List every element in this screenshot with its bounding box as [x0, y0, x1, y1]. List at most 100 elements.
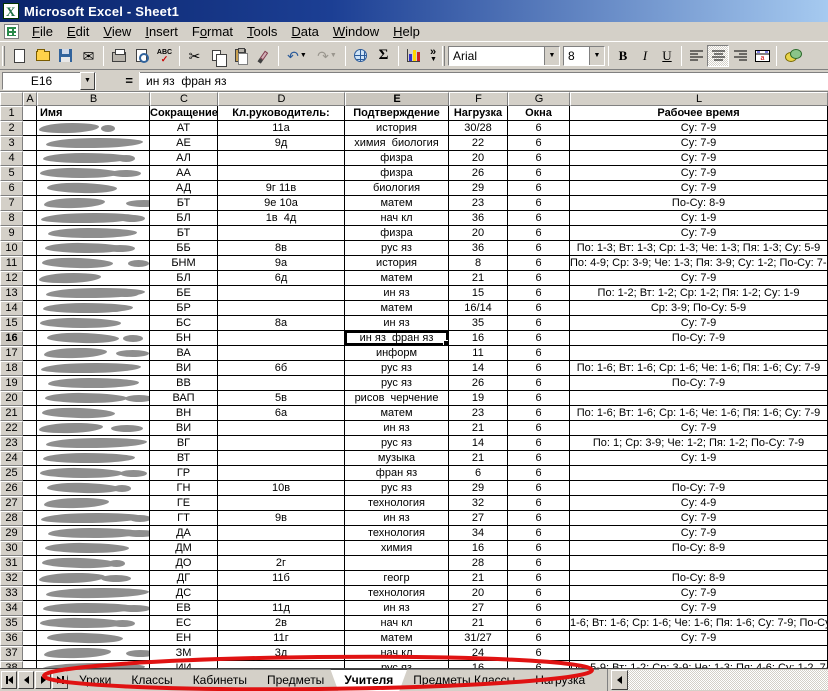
row-header-15[interactable]: 15	[0, 316, 23, 331]
cell-name-redacted[interactable]	[37, 286, 150, 301]
cell-confirmation[interactable]: химия	[345, 541, 449, 556]
merge-center-button[interactable]: a	[751, 45, 773, 67]
cell-confirmation[interactable]: рус яз	[345, 241, 449, 256]
cell-name-redacted[interactable]	[37, 256, 150, 271]
cell-confirmation[interactable]: нач кл	[345, 616, 449, 631]
cell-a[interactable]	[23, 556, 37, 571]
column-header-B[interactable]: B	[37, 92, 150, 106]
cell-confirmation[interactable]: ин яз	[345, 316, 449, 331]
cell-load[interactable]: 20	[449, 226, 508, 241]
sheet-tab-предметы-классы[interactable]: Предметы Классы	[399, 669, 529, 691]
cell-load[interactable]: 16/14	[449, 301, 508, 316]
cell-a[interactable]	[23, 256, 37, 271]
cell-confirmation[interactable]: технология	[345, 586, 449, 601]
cell-load[interactable]: 21	[449, 421, 508, 436]
cell-abbreviation[interactable]: ВТ	[150, 451, 218, 466]
cell-class-teacher[interactable]: 9в	[218, 511, 345, 526]
sheet-tab-классы[interactable]: Классы	[117, 669, 186, 691]
cell-windows[interactable]: 6	[508, 256, 570, 271]
cell-a[interactable]	[23, 346, 37, 361]
cell-abbreviation[interactable]: ГН	[150, 481, 218, 496]
cell-working-time[interactable]: Су: 7-9	[570, 316, 828, 331]
cell-name-redacted[interactable]	[37, 301, 150, 316]
column-header-D[interactable]: D	[218, 92, 345, 106]
row-header-27[interactable]: 27	[0, 496, 23, 511]
row-header-22[interactable]: 22	[0, 421, 23, 436]
cell-class-teacher[interactable]: 6д	[218, 271, 345, 286]
cell-working-time[interactable]: Су: 7-9	[570, 586, 828, 601]
cell-load[interactable]: 36	[449, 211, 508, 226]
cell-name-redacted[interactable]	[37, 601, 150, 616]
cell-abbreviation[interactable]: ЕС	[150, 616, 218, 631]
row-header-29[interactable]: 29	[0, 526, 23, 541]
cell-confirmation[interactable]: геогр	[345, 571, 449, 586]
cell-a[interactable]	[23, 586, 37, 601]
menu-file[interactable]: File	[25, 22, 60, 41]
cell-working-time[interactable]: По-Су: 7-9	[570, 481, 828, 496]
header-windows[interactable]: Окна	[508, 106, 570, 121]
cell-class-teacher[interactable]: 8а	[218, 316, 345, 331]
cell-working-time[interactable]: Су: 1-9	[570, 451, 828, 466]
cell-a[interactable]	[23, 226, 37, 241]
email-button[interactable]: ✉	[77, 45, 100, 67]
cell-abbreviation[interactable]: АД	[150, 181, 218, 196]
cell-abbreviation[interactable]: АТ	[150, 121, 218, 136]
cell-windows[interactable]: 6	[508, 211, 570, 226]
cell-working-time[interactable]: По: 4-9; Ср: 3-9; Че: 1-3; Пя: 3-9; Су: …	[570, 256, 828, 271]
cell-windows[interactable]: 6	[508, 196, 570, 211]
cell-working-time[interactable]: По: 1-6; Вт: 1-6; Ср: 1-6; Че: 1-6; Пя: …	[570, 361, 828, 376]
cell-windows[interactable]: 6	[508, 121, 570, 136]
insert-hyperlink-button[interactable]	[349, 45, 372, 67]
cell-name-redacted[interactable]	[37, 331, 150, 346]
cell-a[interactable]	[23, 466, 37, 481]
cell-working-time[interactable]	[570, 346, 828, 361]
cell-abbreviation[interactable]: ВВ	[150, 376, 218, 391]
cell-a[interactable]	[23, 451, 37, 466]
cell-class-teacher[interactable]	[218, 301, 345, 316]
formula-input[interactable]: ин яз фран яз	[140, 72, 828, 90]
paste-button[interactable]	[229, 45, 252, 67]
cell-load[interactable]: 16	[449, 541, 508, 556]
cell-a[interactable]	[23, 136, 37, 151]
cell-working-time[interactable]: По: 1-3; Вт: 1-3; Ср: 1-3; Че: 1-3; Пя: …	[570, 241, 828, 256]
cell-class-teacher[interactable]: 11д	[218, 601, 345, 616]
cell-name-redacted[interactable]	[37, 571, 150, 586]
cell-load[interactable]: 27	[449, 511, 508, 526]
cell-name-redacted[interactable]	[37, 526, 150, 541]
row-header-30[interactable]: 30	[0, 541, 23, 556]
cell-a[interactable]	[23, 406, 37, 421]
cell-class-teacher[interactable]: 11а	[218, 121, 345, 136]
toolbar-grip[interactable]	[2, 46, 5, 66]
cell-abbreviation[interactable]: ВАП	[150, 391, 218, 406]
cell-working-time[interactable]: По: 1-2; Вт: 1-2; Ср: 1-2; Пя: 1-2; Су: …	[570, 286, 828, 301]
cell-abbreviation[interactable]: ВГ	[150, 436, 218, 451]
cell-windows[interactable]: 6	[508, 451, 570, 466]
row-header-13[interactable]: 13	[0, 286, 23, 301]
row-header-10[interactable]: 10	[0, 241, 23, 256]
cell-working-time[interactable]: По-Су: 7-9	[570, 376, 828, 391]
cell-abbreviation[interactable]: БТ	[150, 196, 218, 211]
cell-load[interactable]: 21	[449, 271, 508, 286]
open-button[interactable]	[31, 45, 54, 67]
row-header-19[interactable]: 19	[0, 376, 23, 391]
cell-confirmation[interactable]: матем	[345, 301, 449, 316]
cell-windows[interactable]: 6	[508, 631, 570, 646]
cell-a[interactable]	[23, 421, 37, 436]
menu-data[interactable]: Data	[284, 22, 325, 41]
row-header-16[interactable]: 16	[0, 331, 23, 346]
cell-windows[interactable]: 6	[508, 541, 570, 556]
align-left-button[interactable]	[685, 45, 707, 67]
copy-button[interactable]	[206, 45, 229, 67]
cell-a[interactable]	[23, 496, 37, 511]
cell-working-time[interactable]	[570, 646, 828, 661]
cell-class-teacher[interactable]	[218, 541, 345, 556]
align-center-button[interactable]	[707, 45, 729, 67]
last-sheet-button[interactable]	[52, 671, 68, 689]
redo-button[interactable]: ↷▼	[312, 45, 342, 67]
row-header-3[interactable]: 3	[0, 136, 23, 151]
sheet-tab-кабинеты[interactable]: Кабинеты	[179, 669, 261, 691]
cell-name-redacted[interactable]	[37, 211, 150, 226]
cell-working-time[interactable]: По-Су: 8-9	[570, 196, 828, 211]
undo-dropdown-arrow[interactable]: ▼	[300, 52, 307, 59]
cell-name-redacted[interactable]	[37, 496, 150, 511]
